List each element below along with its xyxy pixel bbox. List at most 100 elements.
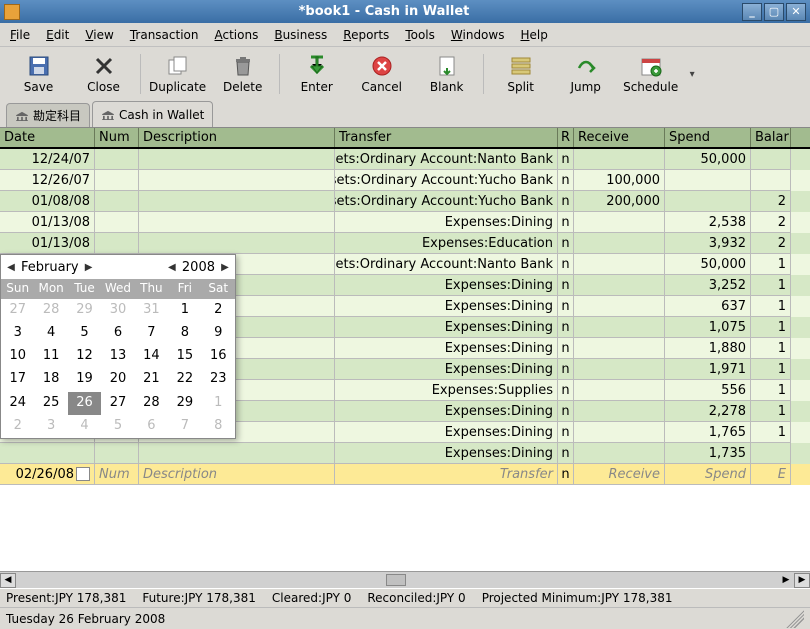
cell-transfer[interactable]: sets:Ordinary Account:Nanto Bank [335, 149, 558, 170]
calendar-day[interactable]: 6 [101, 322, 134, 345]
cell-receive[interactable]: 100,000 [574, 170, 665, 191]
cell-spend[interactable]: 1,971 [665, 359, 751, 380]
calendar-day[interactable]: 23 [202, 368, 235, 391]
calendar-day[interactable]: 21 [135, 368, 168, 391]
next-month-button[interactable]: ▶ [83, 262, 95, 273]
cell-balance[interactable]: 2 [751, 212, 791, 233]
cell-description[interactable] [139, 191, 335, 212]
calendar-day[interactable]: 14 [135, 345, 168, 368]
minimize-button[interactable]: _ [742, 3, 762, 21]
calendar-day[interactable]: 26 [68, 392, 101, 415]
calendar-day[interactable]: 28 [135, 392, 168, 415]
duplicate-button[interactable]: Duplicate [145, 50, 210, 98]
cell-spend[interactable]: 637 [665, 296, 751, 317]
calendar-day[interactable]: 25 [34, 392, 67, 415]
cell-balance[interactable]: 1 [751, 338, 791, 359]
cell-transfer[interactable]: Expenses:Dining [335, 296, 558, 317]
scroll-right-button[interactable]: ▶ [794, 573, 810, 588]
cell-reconciled[interactable]: n [558, 275, 574, 296]
cell-num[interactable] [95, 149, 139, 170]
calendar-day[interactable]: 22 [168, 368, 201, 391]
cell-balance[interactable]: 1 [751, 296, 791, 317]
scroll-left-button[interactable]: ◀ [0, 573, 16, 588]
cell-balance[interactable]: 1 [751, 275, 791, 296]
cell-balance[interactable]: 1 [751, 359, 791, 380]
calendar-day[interactable]: 13 [101, 345, 134, 368]
calendar-year-label[interactable]: 2008 [178, 260, 219, 275]
cell-transfer[interactable]: Expenses:Education [335, 233, 558, 254]
cell-receive[interactable] [574, 233, 665, 254]
cell-num[interactable] [95, 191, 139, 212]
cell-date[interactable]: 01/13/08 [0, 212, 95, 233]
cell-balance[interactable]: 1 [751, 254, 791, 275]
cell-reconciled[interactable]: n [558, 254, 574, 275]
register-row[interactable]: 01/13/08Expenses:Educationn3,9322 [0, 233, 810, 254]
cell-reconciled[interactable]: n [558, 380, 574, 401]
calendar-day[interactable]: 16 [202, 345, 235, 368]
calendar-day[interactable]: 8 [202, 415, 235, 438]
col-balance[interactable]: Balar [751, 128, 791, 147]
calendar-day[interactable]: 24 [1, 392, 34, 415]
transfer-input[interactable]: Transfer [335, 464, 558, 485]
cell-transfer[interactable]: sets:Ordinary Account:Yucho Bank [335, 170, 558, 191]
cell-balance[interactable] [751, 443, 791, 464]
blank-button[interactable]: Blank [414, 50, 479, 98]
cell-receive[interactable] [574, 317, 665, 338]
cell-receive[interactable] [574, 254, 665, 275]
cell-receive[interactable] [574, 275, 665, 296]
spend-input[interactable]: Spend [665, 464, 751, 485]
cell-num[interactable] [95, 233, 139, 254]
menu-windows[interactable]: Windows [445, 26, 511, 44]
tab-accounts[interactable]: 勘定科目 [6, 103, 90, 127]
cell-reconciled[interactable]: n [558, 296, 574, 317]
menu-help[interactable]: Help [514, 26, 553, 44]
calendar-day[interactable]: 1 [202, 392, 235, 415]
enter-button[interactable]: Enter [284, 50, 349, 98]
cell-reconciled[interactable]: n [558, 422, 574, 443]
cell-balance[interactable]: 1 [751, 422, 791, 443]
register-row[interactable]: Expenses:Diningn1,735 [0, 443, 810, 464]
cell-transfer[interactable]: Expenses:Dining [335, 422, 558, 443]
calendar-day[interactable]: 3 [34, 415, 67, 438]
date-picker-toggle[interactable] [76, 467, 90, 481]
menu-actions[interactable]: Actions [209, 26, 265, 44]
cell-spend[interactable] [665, 191, 751, 212]
calendar-day[interactable]: 6 [135, 415, 168, 438]
calendar-day[interactable]: 11 [34, 345, 67, 368]
col-date[interactable]: Date [0, 128, 95, 147]
register-row[interactable]: 12/26/07sets:Ordinary Account:Yucho Bank… [0, 170, 810, 191]
menu-business[interactable]: Business [268, 26, 333, 44]
calendar-day[interactable]: 29 [68, 299, 101, 322]
scroll-right-inner[interactable]: ▶ [778, 573, 794, 588]
cell-reconciled[interactable]: n [558, 401, 574, 422]
prev-year-button[interactable]: ◀ [166, 262, 178, 273]
cell-receive[interactable] [574, 296, 665, 317]
col-description[interactable]: Description [139, 128, 335, 147]
cell-balance[interactable] [751, 170, 791, 191]
cell-spend[interactable]: 3,252 [665, 275, 751, 296]
cell-spend[interactable]: 1,765 [665, 422, 751, 443]
menu-edit[interactable]: Edit [40, 26, 75, 44]
calendar-day[interactable]: 1 [168, 299, 201, 322]
reconciled-input[interactable]: n [558, 464, 574, 485]
menu-reports[interactable]: Reports [337, 26, 395, 44]
maximize-button[interactable]: ▢ [764, 3, 784, 21]
register-row[interactable]: 01/13/08Expenses:Diningn2,5382 [0, 212, 810, 233]
calendar-day[interactable]: 18 [34, 368, 67, 391]
cell-spend[interactable]: 556 [665, 380, 751, 401]
schedule-button[interactable]: Schedule [618, 50, 683, 98]
menu-tools[interactable]: Tools [399, 26, 441, 44]
calendar-day[interactable]: 9 [202, 322, 235, 345]
col-num[interactable]: Num [95, 128, 139, 147]
cell-reconciled[interactable]: n [558, 338, 574, 359]
calendar-day[interactable]: 7 [135, 322, 168, 345]
cell-spend[interactable]: 1,880 [665, 338, 751, 359]
cell-description[interactable] [139, 170, 335, 191]
jump-button[interactable]: Jump [553, 50, 618, 98]
horizontal-scrollbar[interactable]: ◀ ▶ ▶ [0, 571, 810, 588]
next-year-button[interactable]: ▶ [219, 262, 231, 273]
calendar-day[interactable]: 5 [101, 415, 134, 438]
cell-spend[interactable]: 3,932 [665, 233, 751, 254]
cell-spend[interactable]: 50,000 [665, 149, 751, 170]
calendar-day[interactable]: 12 [68, 345, 101, 368]
